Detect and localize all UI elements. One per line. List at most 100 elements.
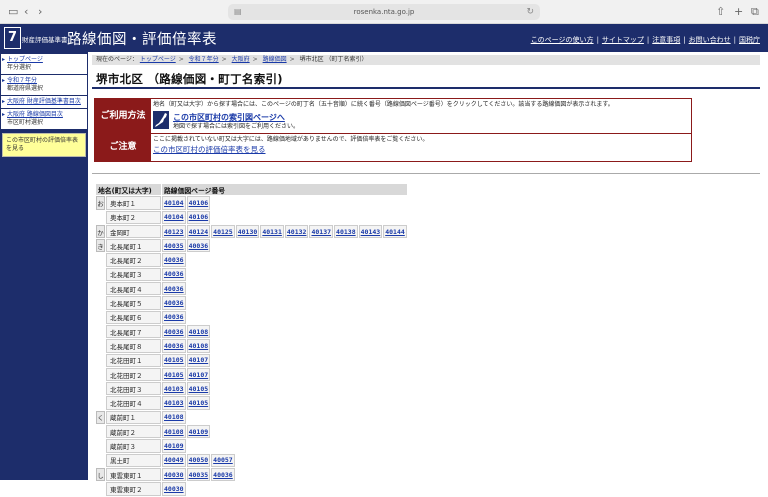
page-number-link[interactable]: 40104 [164,199,184,207]
page-number-link[interactable]: 40138 [336,228,356,236]
page-number-cell: 40105 [186,396,211,410]
tab-overview-icon[interactable]: ⧉ [751,5,759,19]
page-number-link[interactable]: 40132 [287,228,307,236]
share-icon[interactable]: ⇧ [716,5,725,19]
page-number-cell: 40143 [358,224,383,239]
page-number-link[interactable]: 40105 [164,371,184,379]
sidebar-rate-table-note[interactable]: この市区町村の評価倍率表を見る [2,133,86,157]
breadcrumb-current: 堺市北区 （町丁名索引） [299,56,368,63]
forward-icon[interactable]: › [38,5,42,19]
address-bar[interactable]: ▤ rosenka.nta.go.jp ↻ [228,4,540,20]
town-name-cell: 蔵前町２ [106,425,161,439]
page-number-link[interactable]: 40143 [361,228,381,236]
page-number-cell: 40036 [162,324,186,339]
breadcrumb-year[interactable]: 令和７年分 [189,56,219,63]
page-number-link[interactable]: 40130 [238,228,258,236]
page-number-cell: 40132 [284,224,309,239]
reload-icon[interactable]: ↻ [526,4,534,20]
page-number-link[interactable]: 40131 [262,228,282,236]
town-index-table: 地名(町又は大字) 路線価図ページ番号 お奥本町１ 40104 40106 奥本町２ 4… [95,183,408,497]
kana-index-cell [96,439,105,452]
page-number-link[interactable]: 40108 [164,428,184,436]
page-number-link[interactable]: 40107 [189,371,209,379]
rate-table-link[interactable]: この市区町村の評価倍率表を見る [153,144,266,155]
page-number-link[interactable]: 40107 [189,356,209,364]
page-number-link[interactable]: 40103 [164,385,184,393]
page-number-link[interactable]: 40036 [164,256,184,264]
page-number-link[interactable]: 40125 [213,228,233,236]
nav-how-to-use[interactable]: このページの使い方 [531,36,594,44]
kana-index-cell: か [96,224,105,239]
page-number-link[interactable]: 40108 [189,342,209,350]
page-number-link[interactable]: 40137 [311,228,331,236]
page-number-link[interactable]: 40108 [164,413,184,421]
page-number-link[interactable]: 40104 [164,213,184,221]
breadcrumb-osaka[interactable]: 大阪府 [232,56,250,63]
town-name-cell: 北花田町２ [106,367,161,382]
table-row: き北長尾町１ 40035 40036 [96,239,407,253]
usage-label: ご利用方法 [95,99,151,133]
page-number-link[interactable]: 40106 [189,213,209,221]
sidebar-link-osaka-index[interactable]: 大阪府 財産評価基準書目次 [7,98,84,106]
nav-notes[interactable]: 注意事項 [652,36,680,44]
page-number-link[interactable]: 40036 [164,328,184,336]
breadcrumb-top[interactable]: トップページ [140,56,176,63]
header-page-number: 路線価図ページ番号 [162,184,407,196]
page-number-link[interactable]: 40144 [385,228,405,236]
nav-contact[interactable]: お問い合わせ [689,36,731,44]
page-number-link[interactable]: 40103 [164,399,184,407]
page-number-link[interactable]: 40105 [189,399,209,407]
nav-nta[interactable]: 国税庁 [739,36,760,44]
page-number-link[interactable]: 40049 [164,456,184,464]
sidebar-link-top[interactable]: トップページ [7,56,84,64]
breadcrumb-rosenka[interactable]: 路線価図 [263,56,287,63]
index-map-link[interactable]: この市区町村の索引図ページへ [173,112,285,123]
page-number-link[interactable]: 40036 [213,471,233,479]
page-number-link[interactable]: 40124 [189,228,209,236]
page-number-link[interactable]: 40109 [164,442,184,450]
site-title[interactable]: 路線価図・評価倍率表 [67,28,217,49]
sidebar-link-year[interactable]: 令和７年分 [7,77,84,85]
kana-index-cell: お [96,196,105,210]
logo-mark[interactable]: 7 [4,27,21,49]
page-number-link[interactable]: 40109 [189,428,209,436]
page-number-link[interactable]: 40105 [189,385,209,393]
page-number-cell: 40106 [186,210,211,224]
page-number-link[interactable]: 40036 [164,270,184,278]
table-row: 東雲東町２ 40030 [96,482,407,496]
page-number-link[interactable]: 40108 [189,328,209,336]
sidebar-item-year: 令和７年分 都道府県選択 [1,75,87,95]
page-number-cell: 40107 [186,367,211,382]
page-number-link[interactable]: 40036 [164,285,184,293]
page-number-link[interactable]: 40057 [213,456,233,464]
page-number-link[interactable]: 40036 [164,313,184,321]
page-number-link[interactable]: 40105 [164,356,184,364]
back-icon[interactable]: ‹ [24,5,28,19]
page-number-link[interactable]: 40035 [164,242,184,250]
page-number-link[interactable]: 40036 [164,342,184,350]
sidebar-link-rosenka-index[interactable]: 大阪府 路線価図目次 [7,111,84,119]
nav-sitemap[interactable]: サイトマップ [602,36,644,44]
kana-index-cell [96,325,105,338]
town-name-cell: 蔵前町３ [106,439,161,453]
page-settings-icon[interactable]: ▤ [234,4,242,20]
caution-row: ご注意 ここに掲載されていない町又は大字には、路線価地域がありませんので、評価倍… [95,134,691,161]
page-number-link[interactable]: 40036 [164,299,184,307]
new-tab-icon[interactable]: + [734,5,743,19]
logo-subtitle: 財産評価基準書 [22,36,68,44]
table-row: お奥本町１ 40104 40106 [96,196,407,210]
sidebar-toggle-icon[interactable]: ▭ [8,5,18,19]
page-number-link[interactable]: 40030 [164,471,184,479]
site-header: 7 財産評価基準書 路線価図・評価倍率表 このページの使い方 | サイトマップ | 注意… [0,24,768,52]
page-number-link[interactable]: 40123 [164,228,184,236]
town-name-cell: 黒土町 [106,453,161,467]
page-number-link[interactable]: 40030 [164,485,184,493]
page-number-cell: 40105 [162,367,186,382]
kana-index-cell [96,311,105,324]
page-number-link[interactable]: 40106 [189,199,209,207]
page-number-link[interactable]: 40035 [189,471,209,479]
page-number-link[interactable]: 40050 [189,456,209,464]
page-number-link[interactable]: 40036 [189,242,209,250]
page-number-cell: 40108 [162,425,186,439]
japan-map-icon[interactable] [153,111,169,129]
